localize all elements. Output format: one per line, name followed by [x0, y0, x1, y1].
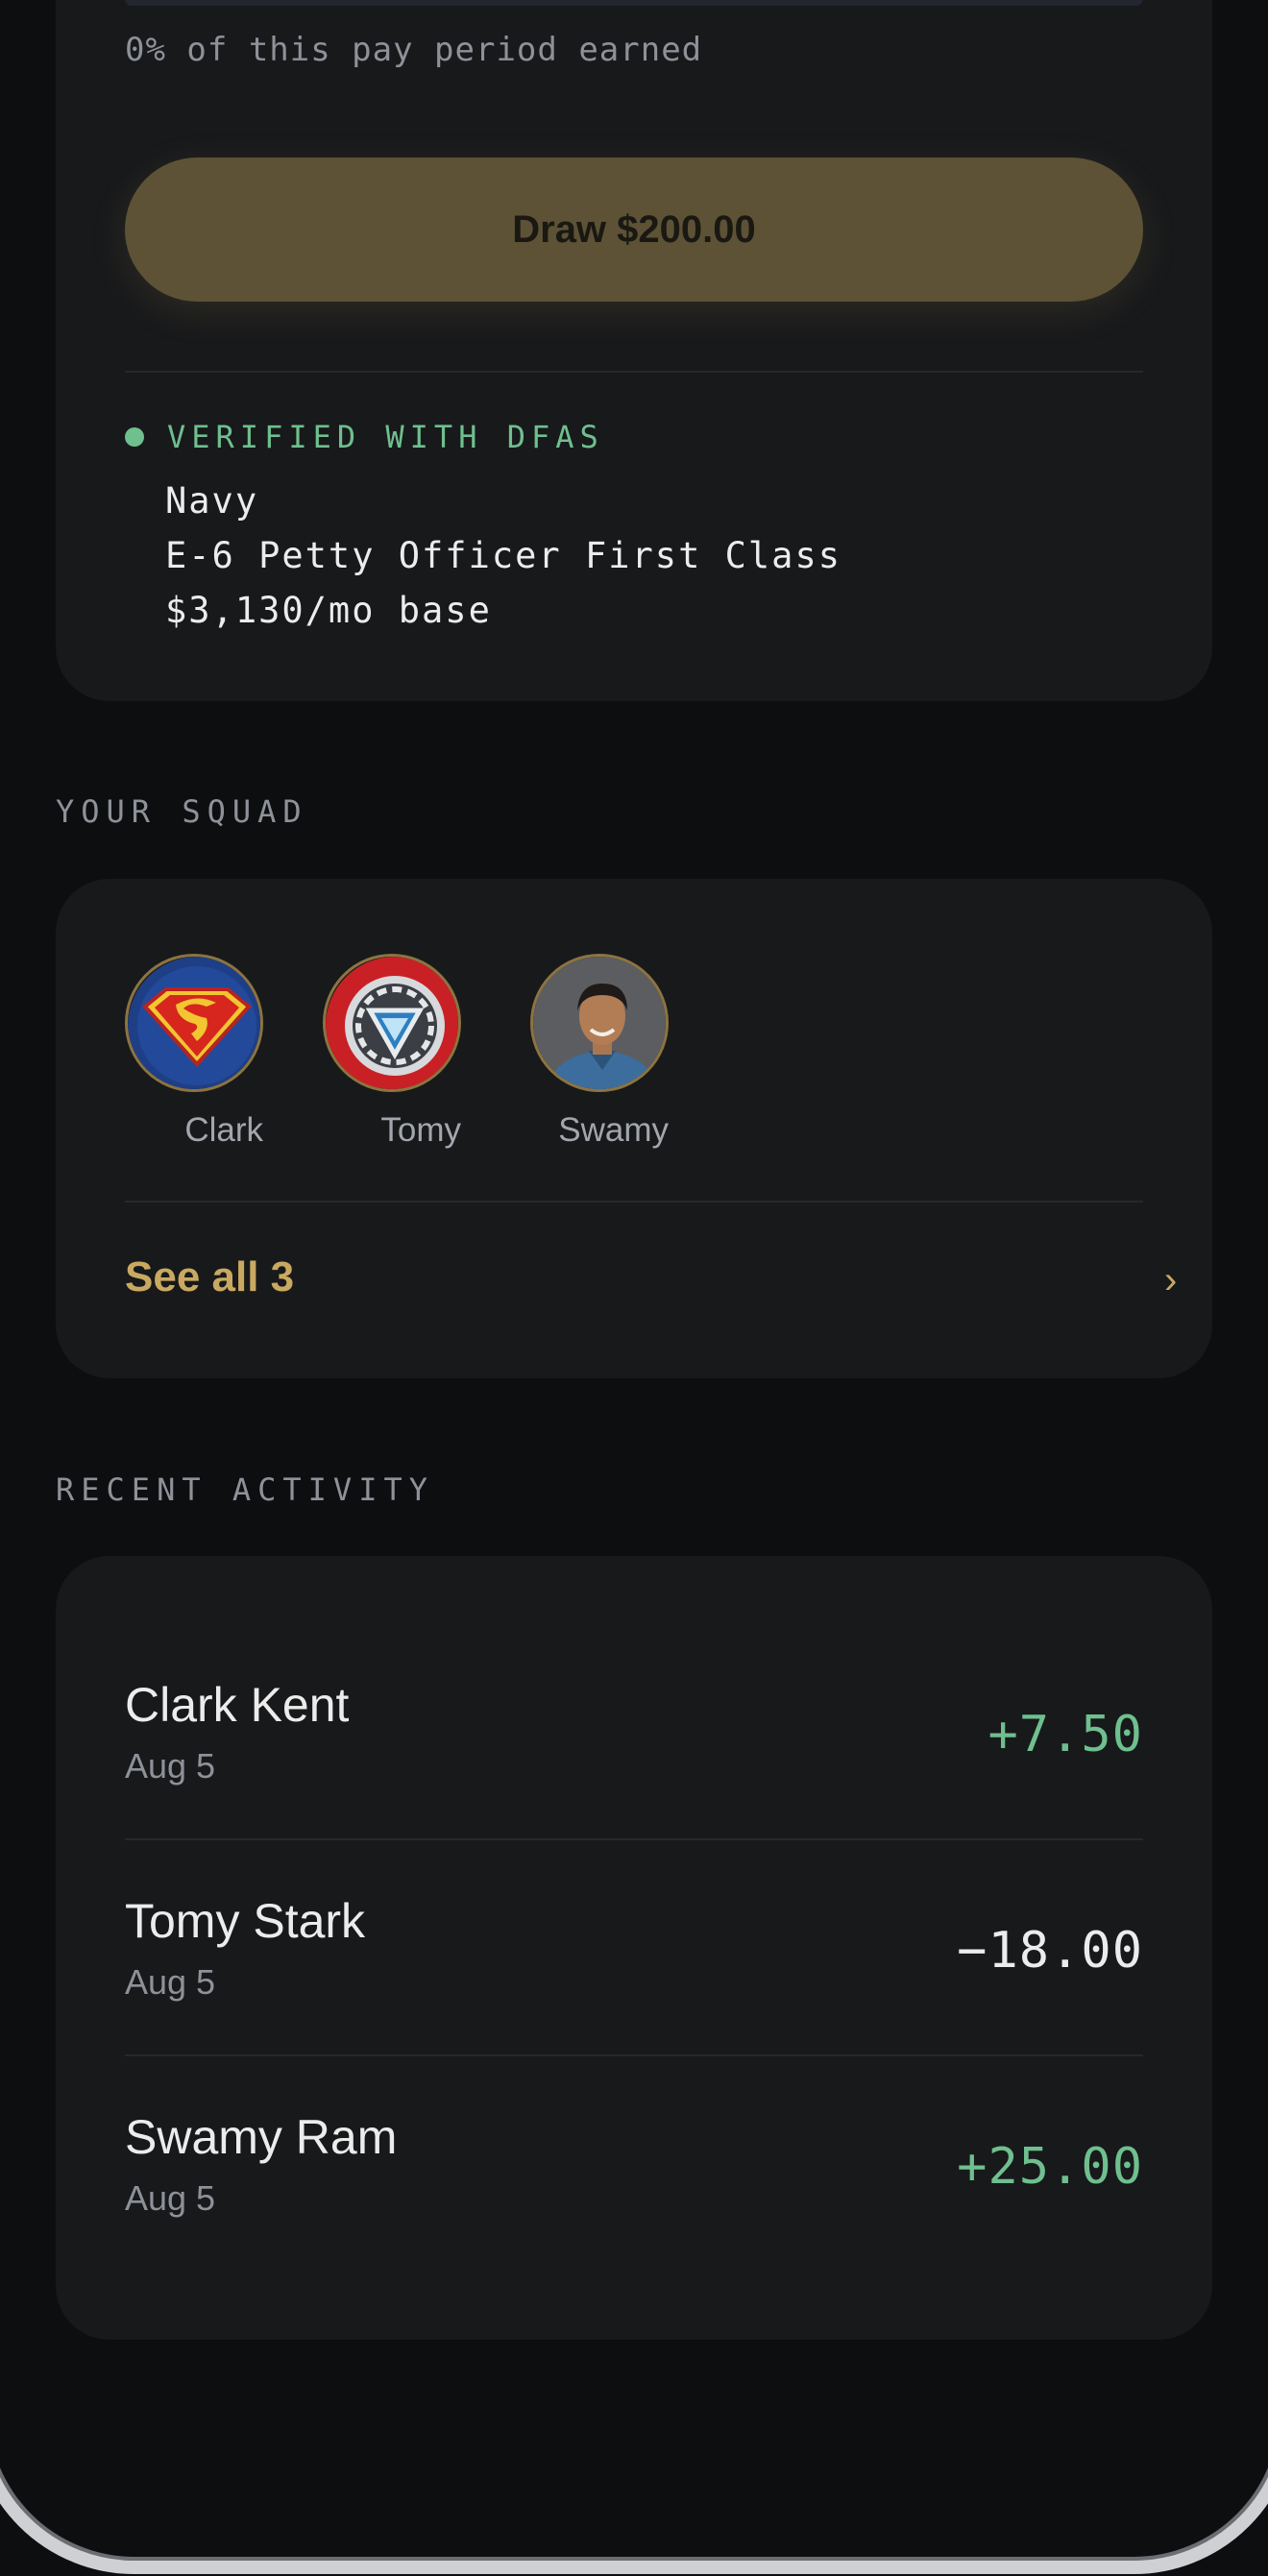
- activity-date: Aug 5: [125, 1746, 216, 1786]
- draw-button[interactable]: Draw $200.00: [125, 158, 1143, 302]
- divider: [125, 371, 1143, 373]
- activity-row[interactable]: Clark Kent Aug 5 +7.50: [125, 1677, 1143, 1859]
- divider: [125, 2054, 1143, 2056]
- squad-member-name: Tomy: [380, 1111, 461, 1149]
- activity-section-label: RECENT ACTIVITY: [56, 1471, 434, 1508]
- see-all-squad-link[interactable]: See all 3: [125, 1253, 294, 1301]
- activity-amount: −18.00: [957, 1922, 1143, 1980]
- arc-reactor-icon: [323, 954, 461, 1092]
- squad-section-label: YOUR SQUAD: [56, 793, 308, 830]
- squad-member-swamy[interactable]: Swamy: [530, 954, 669, 1150]
- superman-logo-icon: [125, 954, 263, 1092]
- verified-badge: VERIFIED WITH DFAS: [125, 419, 604, 455]
- activity-name: Tomy Stark: [125, 1894, 366, 1948]
- person-photo: [530, 954, 669, 1092]
- divider: [125, 1838, 1143, 1840]
- activity-card: Clark Kent Aug 5 +7.50 Tomy Stark Aug 5 …: [56, 1556, 1212, 2340]
- pay-period-card: 0% of this pay period earned Draw $200.0…: [56, 0, 1212, 701]
- base-pay-text: $3,130/mo base: [165, 590, 492, 631]
- verified-label: VERIFIED WITH DFAS: [167, 419, 604, 455]
- activity-amount: +25.00: [957, 2138, 1143, 2196]
- activity-amount: +7.50: [988, 1706, 1143, 1763]
- pay-progress-bar: [125, 0, 1143, 6]
- divider: [125, 1201, 1143, 1203]
- chevron-right-icon[interactable]: ›: [1164, 1259, 1177, 1302]
- activity-row[interactable]: Swamy Ram Aug 5 +25.00: [125, 2109, 1143, 2292]
- status-dot-icon: [125, 427, 144, 447]
- earned-text: 0% of this pay period earned: [125, 31, 703, 69]
- rank-text: E-6 Petty Officer First Class: [165, 535, 842, 576]
- squad-member-name: Clark: [184, 1111, 263, 1149]
- activity-date: Aug 5: [125, 2178, 216, 2218]
- squad-member-clark[interactable]: Clark: [125, 954, 263, 1150]
- activity-date: Aug 5: [125, 1962, 216, 2002]
- activity-name: Clark Kent: [125, 1678, 350, 1732]
- app-screen: 0% of this pay period earned Draw $200.0…: [0, 0, 1268, 2576]
- activity-name: Swamy Ram: [125, 2110, 398, 2164]
- squad-member-tomy[interactable]: Tomy: [323, 954, 461, 1150]
- squad-member-name: Swamy: [558, 1111, 669, 1149]
- activity-row[interactable]: Tomy Stark Aug 5 −18.00: [125, 1893, 1143, 2076]
- branch-text: Navy: [165, 480, 259, 522]
- squad-card: Clark Tomy Swamy See all 3 ›: [56, 879, 1212, 1378]
